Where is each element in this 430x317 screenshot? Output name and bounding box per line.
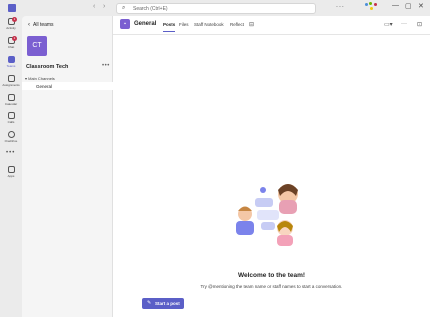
apps-icon bbox=[7, 166, 15, 173]
title-bar: ‹ › ⌕ Search (Ctrl+E) ... — ▢ ✕ bbox=[0, 0, 430, 16]
rail-label: OneDrive bbox=[4, 139, 18, 143]
tab-files[interactable]: Files bbox=[179, 22, 189, 27]
forward-icon[interactable]: › bbox=[103, 3, 105, 10]
video-call-icon[interactable]: ▭▾ bbox=[384, 21, 393, 28]
tab-staff-notebook[interactable]: Staff Notebook bbox=[194, 22, 224, 27]
channel-info-icon[interactable]: ⊡ bbox=[417, 21, 422, 28]
channel-item-general[interactable]: General bbox=[22, 82, 113, 90]
start-post-label: Start a post bbox=[155, 301, 180, 306]
rail-calls[interactable]: Calls bbox=[0, 112, 22, 130]
team-more-icon[interactable]: ••• bbox=[102, 63, 110, 69]
chat-badge: 1 bbox=[12, 36, 17, 41]
phone-icon bbox=[7, 112, 15, 119]
rail-label: Calls bbox=[7, 120, 15, 124]
channel-group-label: Main Channels bbox=[28, 76, 55, 81]
channel-label: General bbox=[36, 83, 53, 89]
channel-header: ▪ General Posts Files Staff Notebook Ref… bbox=[113, 16, 430, 35]
header-more-icon[interactable]: ··· bbox=[401, 21, 407, 27]
add-tab-icon[interactable]: ⊟ bbox=[249, 21, 254, 28]
teams-logo-icon bbox=[8, 4, 16, 12]
activity-badge: 1 bbox=[12, 17, 17, 22]
active-tab-indicator bbox=[163, 31, 175, 32]
rail-label: Calendar bbox=[4, 102, 18, 106]
channel-main: ▪ General Posts Files Staff Notebook Ref… bbox=[113, 16, 430, 317]
close-icon[interactable]: ✕ bbox=[418, 2, 424, 10]
rail-onedrive[interactable]: OneDrive bbox=[0, 131, 22, 149]
rail-teams[interactable]: Teams bbox=[0, 56, 22, 74]
cloud-icon bbox=[7, 131, 15, 138]
rail-label: Chat bbox=[7, 45, 15, 49]
rail-assignments[interactable]: Assignments bbox=[0, 75, 22, 93]
channel-title: General bbox=[134, 21, 157, 27]
channel-avatar-icon: ▪ bbox=[120, 19, 130, 29]
rail-label: Assignments bbox=[2, 83, 20, 87]
rail-label: Activity bbox=[6, 26, 16, 30]
app-rail: 1 Activity 1 Chat Teams Assignments Cale… bbox=[0, 16, 22, 317]
all-teams-link[interactable]: ‹ All teams bbox=[28, 22, 54, 28]
welcome-illustration bbox=[236, 184, 298, 246]
tab-posts[interactable]: Posts bbox=[163, 22, 175, 27]
compose-icon: ✎ bbox=[147, 300, 152, 306]
team-panel: ‹ All teams CT Classroom Tech ••• ▾ Main … bbox=[22, 16, 113, 317]
start-post-button[interactable]: ✎ Start a post bbox=[142, 298, 184, 309]
profile-avatar-icon[interactable] bbox=[365, 2, 379, 13]
teams-icon bbox=[7, 56, 15, 63]
more-apps-icon[interactable]: ••• bbox=[6, 150, 15, 156]
rail-label: Teams bbox=[6, 64, 16, 68]
tab-reflect[interactable]: Reflect bbox=[230, 22, 244, 27]
team-avatar: CT bbox=[27, 36, 47, 56]
chevron-left-icon: ‹ bbox=[28, 22, 30, 28]
rail-calendar[interactable]: Calendar bbox=[0, 94, 22, 112]
team-name: Classroom Tech bbox=[26, 64, 69, 70]
rail-chat[interactable]: 1 Chat bbox=[0, 36, 22, 55]
minimize-icon[interactable]: — bbox=[392, 2, 399, 9]
rail-apps[interactable]: Apps bbox=[0, 166, 22, 184]
rail-label: Apps bbox=[7, 174, 15, 178]
more-options-icon[interactable]: ... bbox=[336, 2, 345, 9]
rail-activity[interactable]: 1 Activity bbox=[0, 17, 22, 36]
assignments-icon bbox=[7, 75, 15, 82]
welcome-title: Welcome to the team! bbox=[237, 272, 306, 279]
welcome-hint: Try @mentioning the team name or staff n… bbox=[200, 284, 343, 289]
search-placeholder: Search (Ctrl+E) bbox=[133, 6, 168, 12]
all-teams-label: All teams bbox=[33, 22, 54, 28]
search-input[interactable]: ⌕ Search (Ctrl+E) bbox=[116, 3, 316, 14]
calendar-icon bbox=[7, 94, 15, 101]
channel-group-toggle[interactable]: ▾ Main Channels bbox=[25, 76, 55, 81]
back-icon[interactable]: ‹ bbox=[93, 3, 95, 10]
search-icon: ⌕ bbox=[122, 5, 126, 11]
maximize-icon[interactable]: ▢ bbox=[405, 2, 412, 10]
